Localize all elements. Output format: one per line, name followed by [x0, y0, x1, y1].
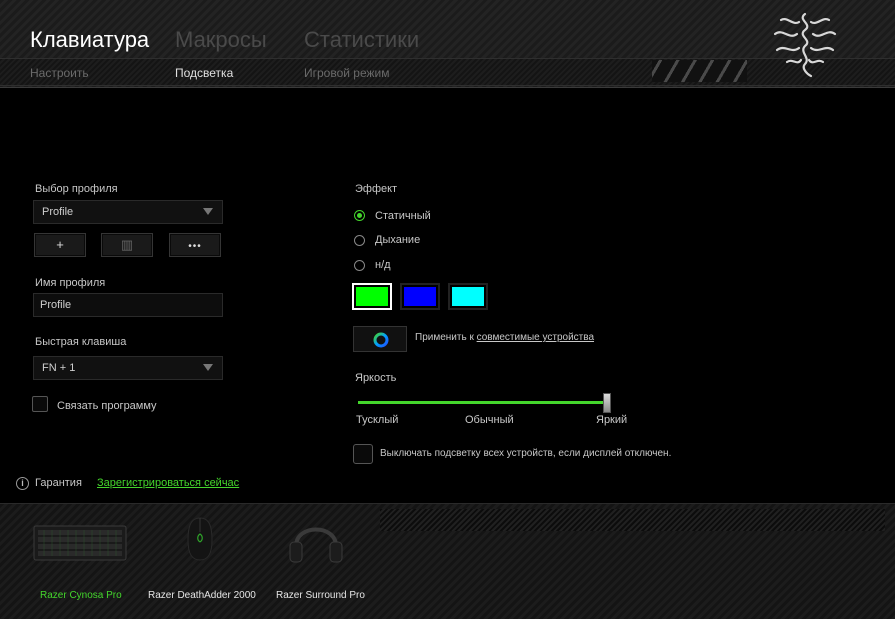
- brightness-slider-handle[interactable]: [603, 393, 611, 413]
- device-deathadder-2000[interactable]: Razer DeathAdder 2000: [148, 504, 256, 619]
- color-swatch-blue[interactable]: [400, 283, 440, 310]
- apply-to-text: Применить к совместимые устройства: [415, 332, 594, 343]
- add-profile-button[interactable]: +: [34, 233, 86, 257]
- mouse-icon: [187, 517, 213, 561]
- screen-off-checkbox[interactable]: [353, 444, 373, 464]
- screen-off-label: Выключать подсветку всех устройств, если…: [380, 448, 672, 459]
- hotkey-label: Быстрая клавиша: [35, 336, 127, 348]
- link-program-checkbox[interactable]: [32, 396, 48, 412]
- apply-to-devices-button[interactable]: [353, 326, 407, 352]
- effect-static-label: Статичный: [375, 210, 431, 222]
- apply-prefix: Применить к: [415, 332, 474, 343]
- profile-select-label: Выбор профиля: [35, 183, 118, 195]
- color-swatch-green[interactable]: [352, 283, 392, 310]
- hotkey-value: FN + 1: [42, 362, 76, 374]
- hotkey-select[interactable]: FN + 1: [33, 356, 223, 380]
- effect-na-radio[interactable]: [354, 260, 365, 271]
- profile-more-button[interactable]: •••: [169, 233, 221, 257]
- brightness-slider-track[interactable]: [358, 401, 608, 404]
- chevron-down-icon: [203, 208, 213, 215]
- profile-name-label: Имя профиля: [35, 277, 106, 289]
- effect-label: Эффект: [355, 183, 398, 195]
- header-bar: Клавиатура Макросы Статистики Настроить …: [0, 0, 895, 88]
- tab-macros[interactable]: Макросы: [175, 27, 267, 53]
- plus-icon: +: [56, 237, 64, 252]
- device-name: Razer Cynosa Pro: [40, 590, 122, 601]
- delete-profile-button[interactable]: ▥: [101, 233, 153, 257]
- razer-snake-logo-icon: [773, 12, 837, 78]
- register-now-link[interactable]: Зарегистрироваться сейчас: [97, 477, 239, 489]
- device-cynosa-pro[interactable]: Razer Cynosa Pro: [30, 504, 130, 619]
- brightness-tick-normal: Обычный: [465, 414, 514, 426]
- tab-statistics[interactable]: Статистики: [304, 27, 419, 53]
- subtab-lighting[interactable]: Подсветка: [175, 66, 233, 80]
- profile-name-input[interactable]: Profile: [33, 293, 223, 317]
- chroma-ring-icon: [373, 332, 389, 348]
- device-bar-stripes: [380, 509, 885, 531]
- chevron-down-icon: [203, 364, 213, 371]
- warranty-label: Гарантия: [35, 477, 82, 489]
- headset-icon: [289, 527, 343, 563]
- effect-breathing-label: Дыхание: [375, 234, 421, 246]
- brightness-tick-bright: Яркий: [596, 414, 628, 426]
- header-stripes: [652, 60, 747, 82]
- brightness-label: Яркость: [355, 372, 397, 384]
- info-icon: i: [16, 477, 29, 490]
- compatible-devices-link[interactable]: совместимые устройства: [477, 332, 594, 343]
- link-program-label: Связать программу: [57, 400, 157, 412]
- subtab-customize[interactable]: Настроить: [30, 66, 89, 80]
- effect-na-label: н/д: [375, 259, 391, 271]
- device-surround-pro[interactable]: Razer Surround Pro: [270, 504, 370, 619]
- keyboard-icon: [33, 525, 127, 561]
- brightness-tick-dim: Тусклый: [356, 414, 399, 426]
- effect-breathing-radio[interactable]: [354, 235, 365, 246]
- effect-static-radio[interactable]: [354, 210, 365, 221]
- color-swatch-cyan[interactable]: [448, 283, 488, 310]
- device-bar: Razer Cynosa Pro Razer DeathAdder 2000 R…: [0, 503, 895, 619]
- device-name: Razer DeathAdder 2000: [148, 590, 256, 601]
- tab-keyboard[interactable]: Клавиатура: [30, 27, 149, 53]
- profile-select-value: Profile: [42, 206, 74, 218]
- more-options-icon: •••: [188, 241, 202, 252]
- profile-select[interactable]: Profile: [33, 200, 223, 224]
- trash-icon: ▥: [120, 237, 134, 252]
- subtab-gaming-mode[interactable]: Игровой режим: [304, 66, 390, 80]
- device-name: Razer Surround Pro: [276, 590, 365, 601]
